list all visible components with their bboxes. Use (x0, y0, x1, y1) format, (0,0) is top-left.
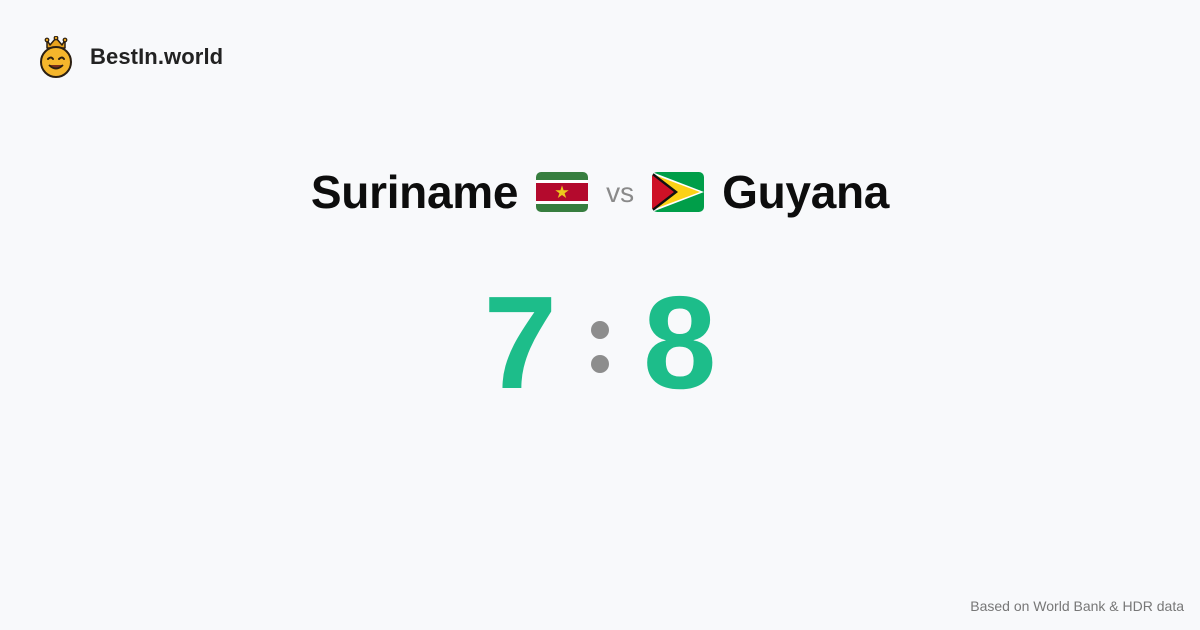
separator-bottom-dot (591, 355, 609, 373)
suriname-flag-icon (536, 172, 589, 212)
crowned-smiley-icon (40, 36, 72, 78)
brand-name: BestIn.world (90, 44, 224, 69)
left-score: 7 (483, 269, 557, 416)
right-country-name: Guyana (722, 166, 890, 218)
left-country-name: Suriname (310, 166, 519, 218)
guyana-flag-icon (652, 172, 705, 212)
separator-top-dot (591, 321, 609, 339)
score-separator (591, 321, 609, 373)
brand[interactable]: BestIn.world (38, 36, 223, 78)
vs-label: vs (606, 177, 635, 208)
right-score: 8 (643, 269, 717, 416)
country-matchup: Suriname vs Guyana (0, 160, 1200, 224)
scoreline: 7 8 (0, 277, 1200, 409)
data-source-note: Based on World Bank & HDR data (970, 598, 1184, 614)
